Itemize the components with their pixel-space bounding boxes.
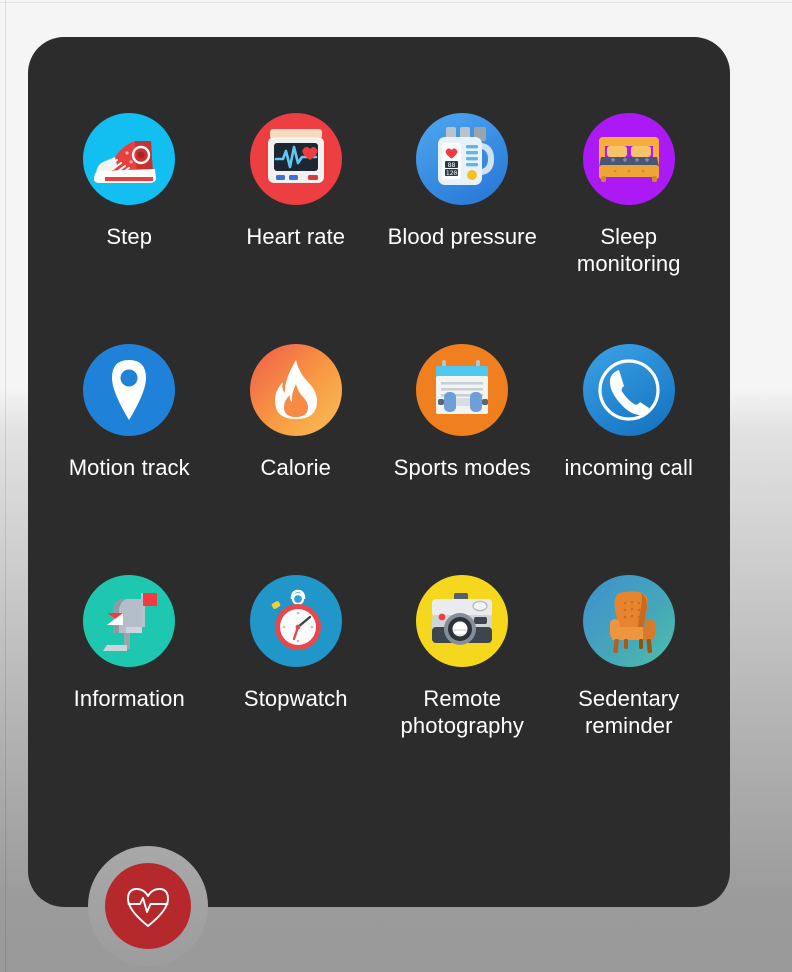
map-pin-icon <box>83 344 176 436</box>
grid-item-label: Heart rate <box>246 224 346 249</box>
grid-item-label: Step <box>106 224 153 249</box>
bp-diastolic-value: 120 <box>446 169 458 177</box>
workout-log-icon <box>416 344 509 436</box>
grid-item-stopwatch[interactable]: Stopwatch <box>213 575 380 806</box>
phone-handset-icon <box>582 344 675 436</box>
grid-item-blood-pressure[interactable]: 88 120 Blood pressure <box>379 113 546 344</box>
grid-item-motion-track[interactable]: Motion track <box>46 344 213 575</box>
feature-grid: Step Heart rate 88 120 Blood pressure Sl… <box>28 113 730 806</box>
grid-item-label: Sleep monitoring <box>576 224 681 276</box>
flame-icon <box>249 344 342 436</box>
bp-systolic-value: 88 <box>448 161 456 169</box>
grid-item-label: Blood pressure <box>387 224 537 249</box>
top-divider-line <box>0 2 792 3</box>
grid-item-label: Remote photography <box>400 686 524 738</box>
grid-item-label: Sports modes <box>393 455 531 480</box>
sneaker-icon <box>83 113 176 205</box>
grid-item-label: Motion track <box>68 455 190 480</box>
grid-item-remote-photography[interactable]: Remote photography <box>379 575 546 806</box>
heart-rate-fab-button[interactable] <box>105 863 191 949</box>
blood-pressure-icon: 88 120 <box>416 113 509 205</box>
grid-item-label: incoming call <box>564 455 693 480</box>
armchair-icon <box>582 575 675 667</box>
ecg-monitor-icon <box>249 113 342 205</box>
bed-icon <box>582 113 675 205</box>
camera-icon <box>416 575 509 667</box>
grid-item-label: Information <box>73 686 185 711</box>
heartbeat-icon <box>120 878 176 934</box>
grid-item-information[interactable]: Information <box>46 575 213 806</box>
grid-item-sleep-monitoring[interactable]: Sleep monitoring <box>546 113 713 344</box>
stopwatch-icon <box>249 575 342 667</box>
mailbox-icon <box>83 575 176 667</box>
grid-item-sports-modes[interactable]: Sports modes <box>379 344 546 575</box>
grid-item-incoming-call[interactable]: incoming call <box>546 344 713 575</box>
grid-item-step[interactable]: Step <box>46 113 213 344</box>
grid-item-heart-rate[interactable]: Heart rate <box>213 113 380 344</box>
left-divider-line <box>5 0 6 972</box>
grid-item-calorie[interactable]: Calorie <box>213 344 380 575</box>
grid-item-label: Sedentary reminder <box>578 686 680 738</box>
grid-item-label: Calorie <box>260 455 331 480</box>
grid-item-label: Stopwatch <box>243 686 348 711</box>
app-panel: Step Heart rate 88 120 Blood pressure Sl… <box>28 37 730 907</box>
grid-item-sedentary-reminder[interactable]: Sedentary reminder <box>546 575 713 806</box>
